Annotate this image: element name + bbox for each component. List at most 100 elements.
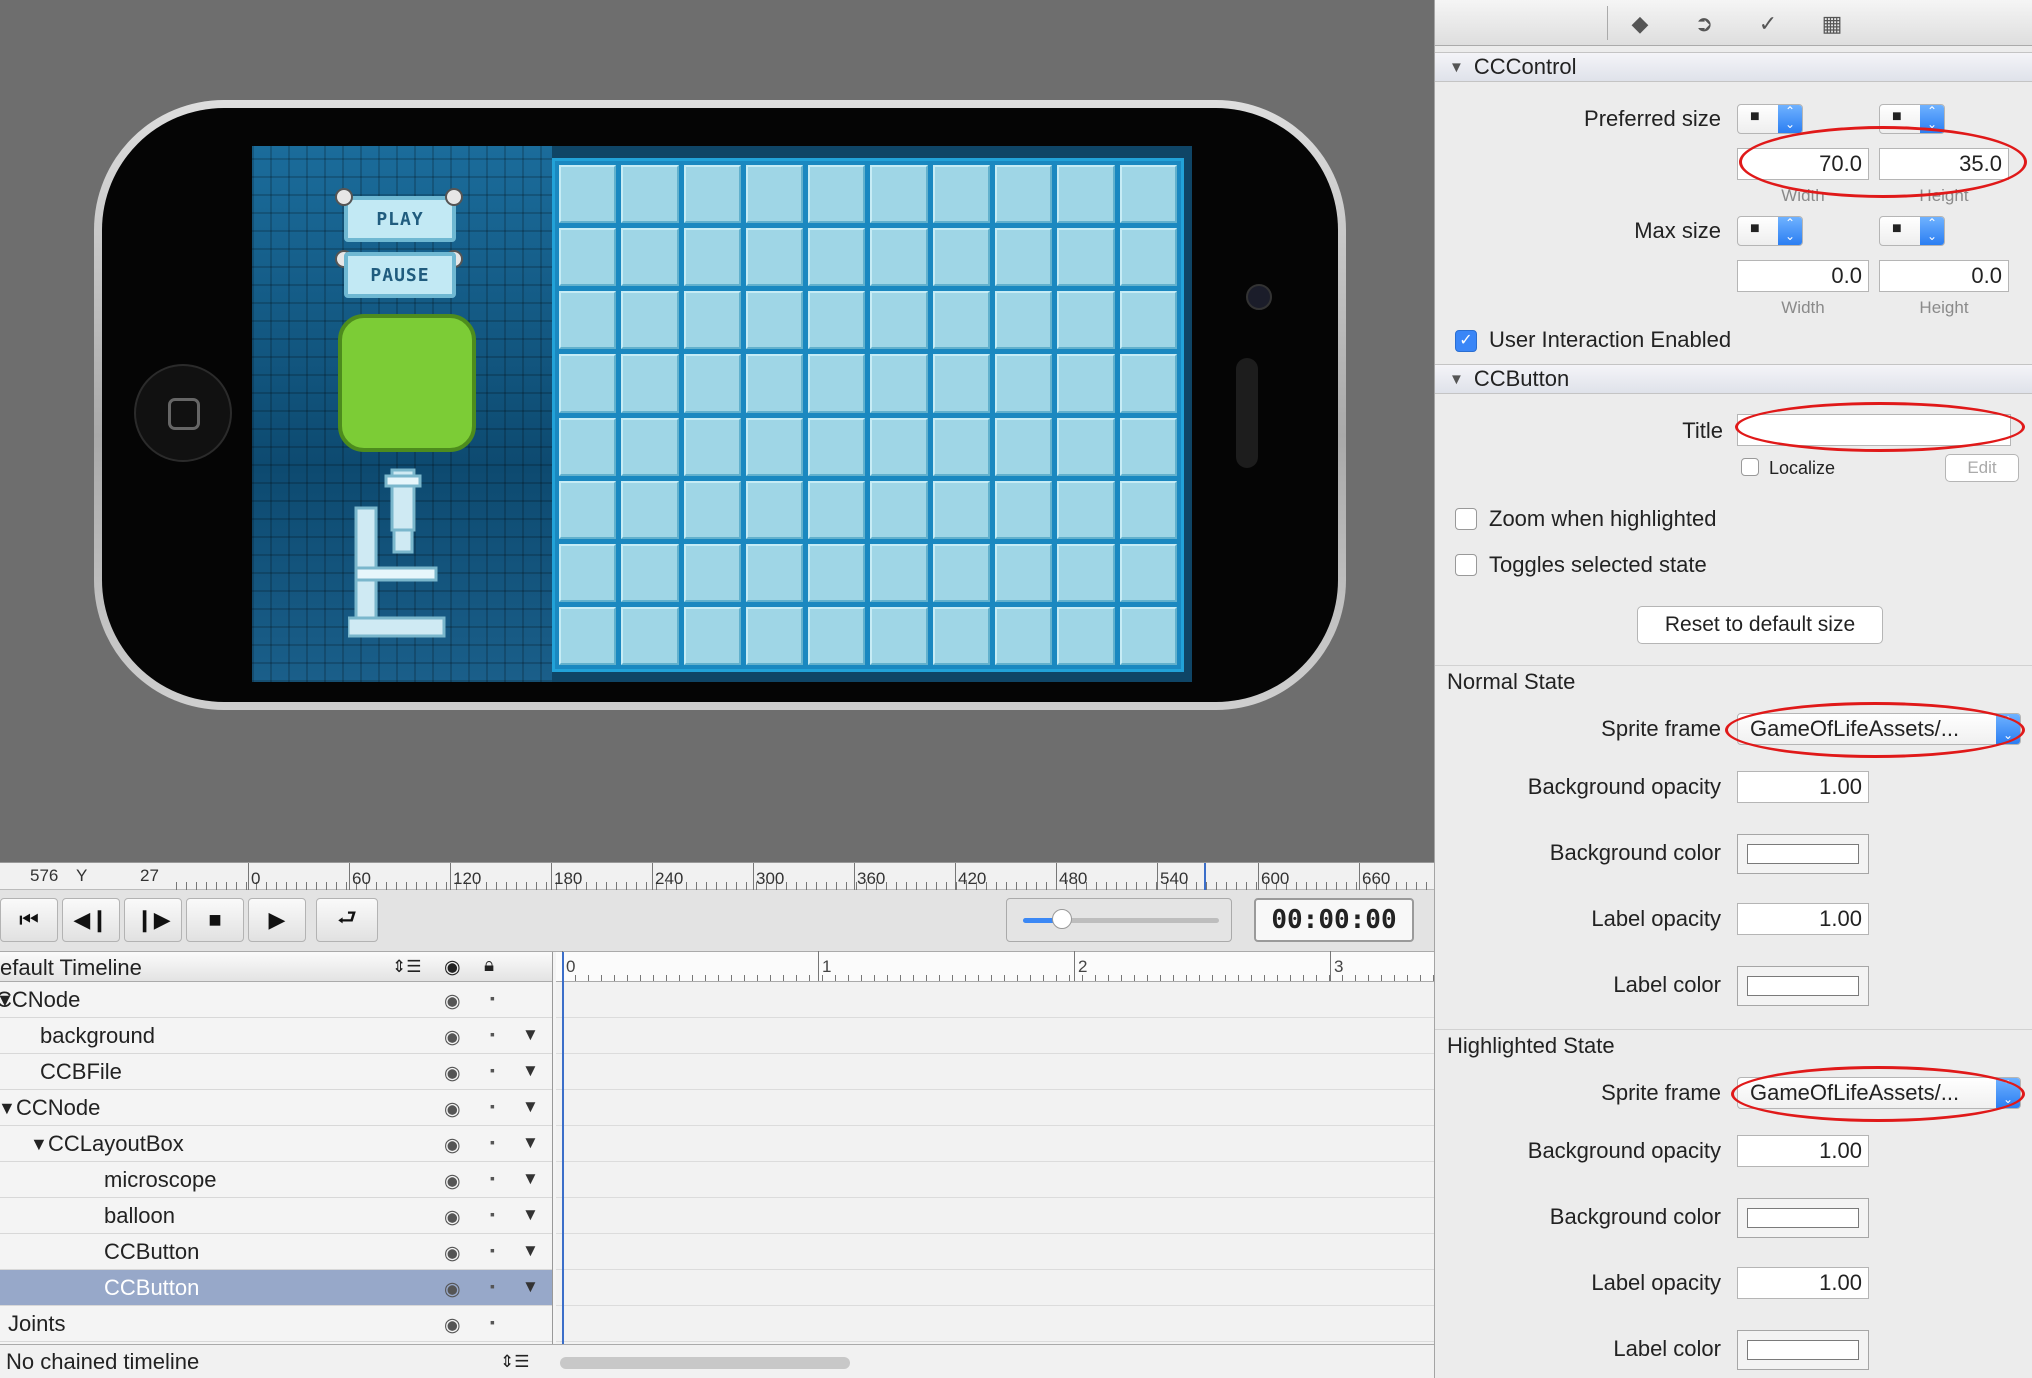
grid-cell[interactable]	[1057, 354, 1115, 413]
step-forward-button[interactable]: ❙▶	[124, 898, 182, 942]
lock-toggle-icon[interactable]: ▪	[490, 1134, 495, 1150]
grid-cell[interactable]	[1119, 606, 1177, 665]
grid-cell[interactable]	[559, 480, 617, 539]
track-row[interactable]	[556, 1090, 1434, 1126]
chained-timeline-label[interactable]: No chained timeline	[6, 1349, 199, 1375]
grid-cell[interactable]	[995, 480, 1053, 539]
grid-cell[interactable]	[808, 165, 866, 224]
grid-cell[interactable]	[870, 354, 928, 413]
keyframe-menu-icon[interactable]: ▼	[522, 1277, 539, 1297]
play-button[interactable]: PLAY	[344, 196, 456, 242]
grid-cell[interactable]	[1119, 354, 1177, 413]
grid-cell[interactable]	[932, 165, 991, 224]
selection-handle[interactable]	[445, 188, 463, 206]
horizontal-scrollbar[interactable]	[560, 1357, 850, 1369]
track-row[interactable]	[556, 982, 1434, 1018]
track-row[interactable]	[556, 1162, 1434, 1198]
grid-cell[interactable]	[870, 291, 928, 350]
visibility-eye-icon[interactable]: ◉	[444, 1242, 461, 1265]
grid-cell[interactable]	[870, 606, 928, 665]
grid-cell[interactable]	[932, 228, 991, 287]
grid-cell[interactable]	[870, 543, 928, 602]
background-opacity-field[interactable]: 1.00	[1737, 771, 1869, 803]
visibility-header-icon[interactable]: ◉	[444, 956, 461, 979]
toggles-selected-state-checkbox[interactable]	[1455, 554, 1477, 576]
timeline-divider[interactable]	[552, 952, 553, 1378]
lock-toggle-icon[interactable]: ▪	[490, 1242, 495, 1258]
visibility-eye-icon[interactable]: ◉	[444, 1278, 461, 1301]
timeline-track-area[interactable]: 0 1 2 3	[556, 951, 1434, 1378]
node-tree-row[interactable]: ▼ CCNode ◉ ▪	[0, 982, 552, 1018]
grid-cell[interactable]	[870, 480, 928, 539]
editor-canvas[interactable]: PLAY PAUSE	[0, 0, 1434, 862]
label-opacity-field[interactable]: 1.00	[1737, 903, 1869, 935]
grid-cell[interactable]	[995, 417, 1053, 476]
timeline-menu-icon[interactable]: ⇕☰	[392, 957, 421, 977]
node-tree-row[interactable]: ▼ CCLayoutBox ◉ ▪ ▼	[0, 1126, 552, 1162]
visibility-eye-icon[interactable]: ◉	[444, 1170, 461, 1193]
microscope-sprite[interactable]	[348, 468, 448, 644]
grid-cell[interactable]	[621, 228, 679, 287]
visibility-eye-icon[interactable]: ◉	[444, 1062, 461, 1085]
grid-cell[interactable]	[1057, 291, 1115, 350]
node-tree-row[interactable]: balloon ◉ ▪ ▼	[0, 1198, 552, 1234]
playhead[interactable]	[562, 952, 564, 1344]
grid-cell[interactable]	[808, 291, 866, 350]
lock-toggle-icon[interactable]: ▪	[490, 1026, 495, 1042]
grid-cell[interactable]	[808, 543, 866, 602]
grid-cell[interactable]	[559, 543, 617, 602]
grid-cell[interactable]	[683, 606, 741, 665]
track-row[interactable]	[556, 1126, 1434, 1162]
track-row[interactable]	[556, 1054, 1434, 1090]
lock-toggle-icon[interactable]: ▪	[490, 990, 495, 1006]
grid-cell[interactable]	[559, 291, 617, 350]
grid-cell[interactable]	[995, 291, 1053, 350]
visibility-eye-icon[interactable]: ◉	[444, 1206, 461, 1229]
template-tab-icon[interactable]: ▦	[1805, 7, 1859, 41]
grid-cell[interactable]	[932, 354, 991, 413]
keyframe-menu-icon[interactable]: ▼	[522, 1025, 539, 1045]
grid-cell[interactable]	[559, 165, 617, 224]
grid-cell[interactable]	[683, 354, 741, 413]
chained-timeline-menu-icon[interactable]: ⇕☰	[500, 1352, 529, 1372]
node-tree-row[interactable]: Joints ◉ ▪	[0, 1306, 552, 1342]
grid-cell[interactable]	[683, 417, 741, 476]
game-screen[interactable]: PLAY PAUSE	[252, 146, 1192, 682]
playback-speed-slider[interactable]	[1006, 898, 1232, 942]
grid-cell[interactable]	[621, 291, 679, 350]
timeline-name[interactable]: efault Timeline	[0, 955, 142, 981]
node-tree-row[interactable]: ▼ CCNode ◉ ▪ ▼	[0, 1090, 552, 1126]
localize-checkbox[interactable]	[1741, 458, 1759, 476]
track-row[interactable]	[556, 1018, 1434, 1054]
grid-cell[interactable]	[932, 291, 991, 350]
grid-cell[interactable]	[808, 354, 866, 413]
grid-cell[interactable]	[932, 417, 991, 476]
grid-cell[interactable]	[1119, 417, 1177, 476]
keyframe-menu-icon[interactable]: ▼	[522, 1061, 539, 1081]
loop-button[interactable]: ⮐	[316, 898, 378, 942]
background-color-well[interactable]	[1737, 834, 1869, 874]
step-back-button[interactable]: ◀❙	[62, 898, 120, 942]
grid-cell[interactable]	[683, 165, 741, 224]
grid-cell[interactable]	[995, 606, 1053, 665]
grid-cell[interactable]	[621, 165, 679, 224]
physics-tab-icon[interactable]: ✓	[1741, 7, 1795, 41]
max-height-unit-popup[interactable]: ■ ⌃ ⌄	[1879, 216, 1945, 246]
timeline-header[interactable]: efault Timeline ⇕☰ ◉ 🔒︎	[0, 952, 552, 982]
background-color-well[interactable]	[1737, 1198, 1869, 1238]
user-interaction-checkbox[interactable]: ✓	[1455, 330, 1477, 352]
zoom-when-highlighted-checkbox[interactable]	[1455, 508, 1477, 530]
keyframe-menu-icon[interactable]: ▼	[522, 1097, 539, 1117]
node-tree-row[interactable]: microscope ◉ ▪ ▼	[0, 1162, 552, 1198]
grid-cell[interactable]	[1119, 165, 1177, 224]
grid-cell[interactable]	[808, 417, 866, 476]
label-color-well[interactable]	[1737, 966, 1869, 1006]
grid-cell[interactable]	[808, 480, 866, 539]
disclosure-triangle-icon[interactable]: ▼	[1449, 59, 1464, 76]
disclosure-triangle-icon[interactable]: ▼	[1449, 371, 1464, 388]
grid-cell[interactable]	[559, 354, 617, 413]
keyframe-menu-icon[interactable]: ▼	[522, 1241, 539, 1261]
grid-cell[interactable]	[1119, 291, 1177, 350]
grid-cell[interactable]	[870, 165, 928, 224]
track-row[interactable]	[556, 1306, 1434, 1342]
